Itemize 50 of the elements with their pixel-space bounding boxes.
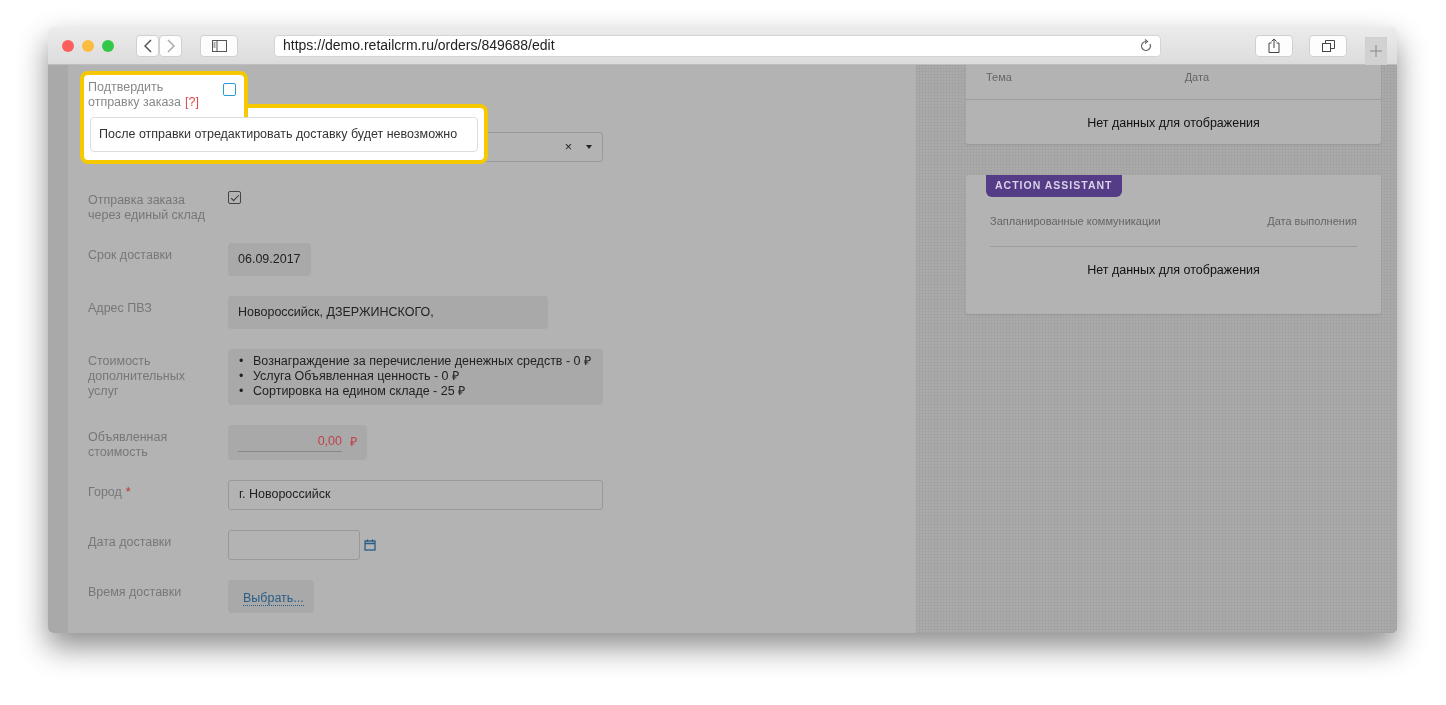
tabs-icon <box>1321 39 1335 52</box>
close-window-button[interactable] <box>62 39 74 52</box>
field-label: Срок доставки <box>88 248 172 262</box>
field-label: Стоимость дополнительных услуг <box>88 353 185 398</box>
required-mark: * <box>125 484 131 499</box>
date-field[interactable] <box>228 529 360 560</box>
field-label: Дата доставки <box>88 534 172 549</box>
caret-icon[interactable] <box>586 145 592 149</box>
clear-icon[interactable]: × <box>564 137 572 157</box>
chevron-right-icon <box>166 38 175 53</box>
reload-icon[interactable] <box>1140 39 1152 52</box>
field-value: 06.09.2017 <box>228 243 311 276</box>
empty-message: Нет данных для отображения <box>1087 262 1260 277</box>
list-item: Сортировка на едином складе - 25 ₽ <box>253 383 466 399</box>
field-label: Адрес ПВЗ <box>88 300 152 315</box>
bullet: • <box>238 368 245 384</box>
column-header: Дата выполнения <box>1267 214 1357 230</box>
field-label: Подтвердить отправку заказа <box>88 80 181 109</box>
share-button[interactable] <box>1255 34 1293 57</box>
sidebar-button[interactable] <box>200 34 238 57</box>
field-label: Время доставки <box>88 584 182 599</box>
field-value: Новороссийск, ДЗЕРЖИНСКОГО, <box>228 295 548 329</box>
sidebar-icon <box>211 39 227 52</box>
field-label: Отправка заказа через единый склад <box>88 193 205 222</box>
field-label: Объявленная стоимость <box>88 429 168 459</box>
plus-icon <box>1370 44 1382 57</box>
checkbox[interactable] <box>228 191 241 204</box>
list-item: Услуга Объявленная ценность - 0 ₽ <box>253 368 459 384</box>
tabs-button[interactable] <box>1309 34 1347 57</box>
address-bar[interactable]: https://demo.retailcrm.ru/orders/849688/edit <box>274 34 1161 57</box>
column-header: Тема <box>986 70 1012 85</box>
bullet: • <box>238 353 245 369</box>
empty-message: Нет данных для отображения <box>1087 115 1260 130</box>
checkbox[interactable] <box>223 83 236 96</box>
zoom-window-button[interactable] <box>102 39 114 52</box>
column-header: Запланированные коммуникации <box>990 214 1161 230</box>
url-text: https://demo.retailcrm.ru/orders/849688/edit <box>283 36 556 55</box>
help-link[interactable]: [?] <box>184 95 199 109</box>
list-item: Вознаграждение за перечисление денежных средств - 0 ₽ <box>253 353 592 369</box>
column-header: Дата <box>1184 70 1209 85</box>
text-field[interactable]: г. Новороссийск <box>228 479 603 510</box>
bullet: • <box>238 383 245 399</box>
calendar-icon[interactable] <box>364 538 376 551</box>
assistant-badge: ACTION ASSISTANT <box>986 175 1122 197</box>
tooltip-text: После отправки отредактировать доставку будет невозможно <box>90 117 478 152</box>
back-button[interactable] <box>136 34 159 57</box>
new-tab-button[interactable] <box>1365 36 1387 65</box>
field-label: Город <box>88 484 122 499</box>
chevron-left-icon <box>143 38 152 53</box>
share-icon <box>1268 38 1280 53</box>
